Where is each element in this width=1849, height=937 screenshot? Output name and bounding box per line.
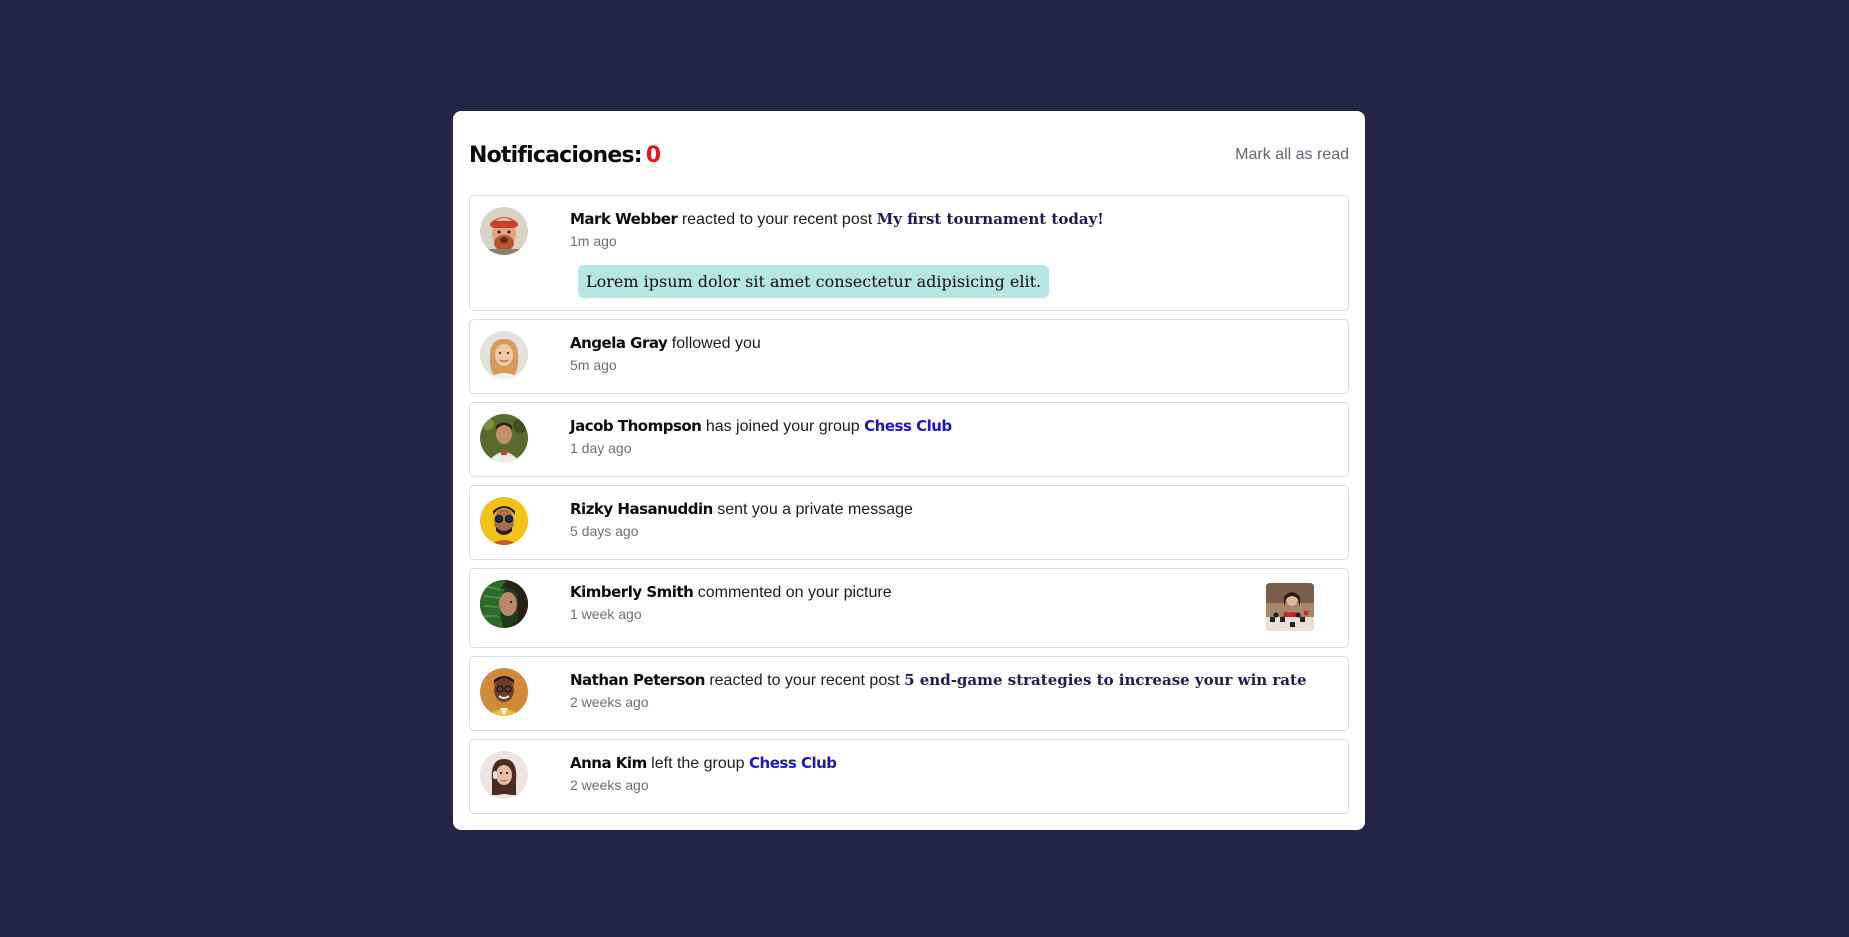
notification-text: Kimberly Smith commented on your picture <box>570 582 1348 603</box>
notification-action: reacted to your recent post <box>709 672 900 689</box>
notification-item-angela-gray[interactable]: Angela Gray followed you 5m ago <box>469 319 1349 394</box>
notification-item-kimberly-smith[interactable]: Kimberly Smith commented on your picture… <box>469 568 1349 648</box>
notification-time: 2 weeks ago <box>570 777 649 793</box>
notification-time: 1 week ago <box>570 606 642 622</box>
mark-all-read-button[interactable]: Mark all as read <box>1235 146 1349 164</box>
notification-text: Angela Gray followed you <box>570 333 1348 354</box>
private-message-preview[interactable]: Lorem ipsum dolor sit amet consectetur a… <box>578 265 1050 298</box>
notification-action: sent you a private message <box>717 501 913 518</box>
notification-item-nathan-peterson[interactable]: Nathan Peterson reacted to your recent p… <box>469 656 1349 731</box>
notification-time: 1 day ago <box>570 440 632 456</box>
notification-list: Mark Webber reacted to your recent post … <box>469 195 1349 814</box>
notification-action: reacted to your recent post <box>681 211 873 228</box>
avatar-rizky-hasanuddin[interactable] <box>480 497 528 545</box>
user-name-link[interactable]: Nathan Peterson <box>570 671 705 689</box>
avatar-angela-gray[interactable] <box>480 331 528 379</box>
post-link[interactable]: My first tournament today! <box>877 210 1104 228</box>
notification-text: Mark Webber reacted to your recent post … <box>570 209 1348 230</box>
user-name-link[interactable]: Mark Webber <box>570 210 678 228</box>
title-label: Notificaciones: <box>469 142 643 168</box>
avatar-mark-webber[interactable] <box>480 207 528 255</box>
notification-time: 5m ago <box>570 357 617 373</box>
notification-count-badge: 0 <box>645 142 661 168</box>
group-link[interactable]: Chess Club <box>749 754 837 772</box>
notification-item-mark-webber[interactable]: Mark Webber reacted to your recent post … <box>469 195 1349 311</box>
avatar-kimberly-smith[interactable] <box>480 580 528 628</box>
user-name-link[interactable]: Angela Gray <box>570 334 668 352</box>
page-title: Notificaciones: 0 <box>469 142 661 168</box>
notification-text: Jacob Thompson has joined your group Che… <box>570 416 1348 437</box>
notification-text: Anna Kim left the group Chess Club <box>570 753 1348 774</box>
notification-item-jacob-thompson[interactable]: Jacob Thompson has joined your group Che… <box>469 402 1349 477</box>
notifications-card: Notificaciones: 0 Mark all as read Mark … <box>453 111 1365 830</box>
group-link[interactable]: Chess Club <box>864 417 952 435</box>
avatar-nathan-peterson[interactable] <box>480 668 528 716</box>
notification-time: 2 weeks ago <box>570 694 649 710</box>
avatar-jacob-thompson[interactable] <box>480 414 528 462</box>
notification-text: Rizky Hasanuddin sent you a private mess… <box>570 499 1348 520</box>
notification-item-anna-kim[interactable]: Anna Kim left the group Chess Club 2 wee… <box>469 739 1349 814</box>
notifications-header: Notificaciones: 0 Mark all as read <box>469 111 1349 195</box>
user-name-link[interactable]: Anna Kim <box>570 754 647 772</box>
notification-action: followed you <box>671 335 761 352</box>
notification-time: 5 days ago <box>570 523 639 539</box>
notification-action: left the group <box>651 755 745 772</box>
user-name-link[interactable]: Rizky Hasanuddin <box>570 500 713 518</box>
post-link[interactable]: 5 end-game strategies to increase your w… <box>904 671 1306 689</box>
notification-action: has joined your group <box>705 418 860 435</box>
notification-time: 1m ago <box>570 233 617 249</box>
user-name-link[interactable]: Jacob Thompson <box>570 417 702 435</box>
user-name-link[interactable]: Kimberly Smith <box>570 583 694 601</box>
commented-picture-thumbnail[interactable] <box>1266 583 1314 631</box>
notification-item-rizky-hasanuddin[interactable]: Rizky Hasanuddin sent you a private mess… <box>469 485 1349 560</box>
notification-action: commented on your picture <box>697 584 892 601</box>
avatar-anna-kim[interactable] <box>480 751 528 799</box>
notification-text: Nathan Peterson reacted to your recent p… <box>570 670 1348 691</box>
